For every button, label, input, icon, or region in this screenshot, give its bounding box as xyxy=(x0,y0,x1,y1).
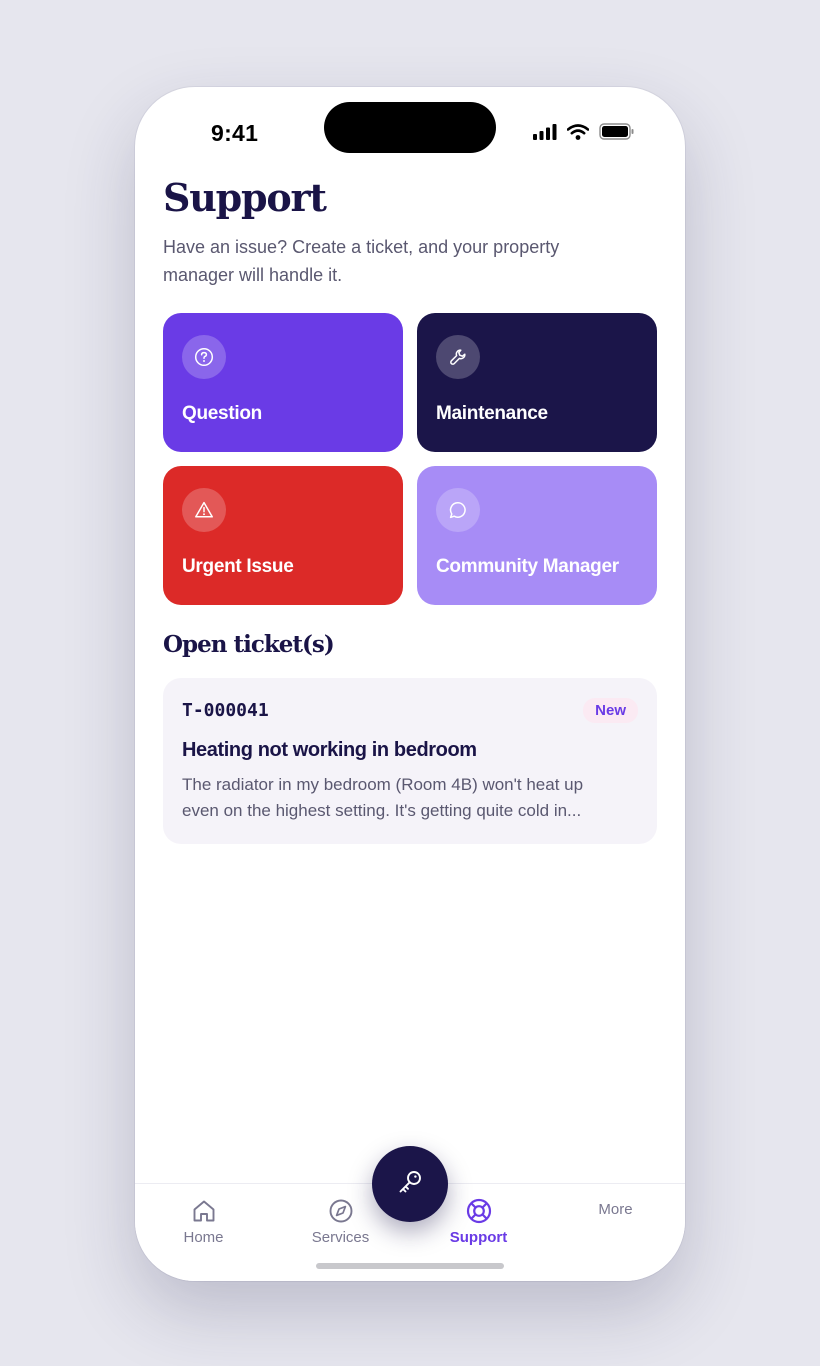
tab-more-label: More xyxy=(598,1201,633,1218)
open-tickets-heading: Open ticket(s) xyxy=(163,631,335,658)
ticket-title: Heating not working in bedroom xyxy=(182,739,477,761)
status-badge: New xyxy=(583,698,638,723)
community-manager-card[interactable]: Community Manager xyxy=(417,466,657,605)
chat-bubble-icon xyxy=(436,488,480,532)
home-icon xyxy=(190,1197,218,1225)
status-bar: 9:41 xyxy=(135,87,685,177)
warning-triangle-icon xyxy=(182,488,226,532)
tab-more[interactable]: More xyxy=(547,1184,684,1264)
ticket-card[interactable]: T-000041 New Heating not working in bedr… xyxy=(163,678,657,844)
wrench-icon xyxy=(436,335,480,379)
key-fab-button[interactable] xyxy=(372,1146,448,1222)
tab-services-label: Services xyxy=(311,1229,370,1246)
lifebuoy-icon xyxy=(465,1197,493,1225)
ticket-id: T-000041 xyxy=(182,700,269,721)
wifi-icon xyxy=(566,123,590,145)
tab-home[interactable]: Home xyxy=(135,1184,272,1264)
urgent-issue-card-label: Urgent Issue xyxy=(182,556,294,577)
tab-home-label: Home xyxy=(183,1229,224,1246)
page-subtitle: Have an issue? Create a ticket, and your… xyxy=(163,237,560,285)
phone-frame: 9:41 Support Have an issue? Create a tic… xyxy=(135,87,685,1281)
question-circle-icon xyxy=(182,335,226,379)
status-icons xyxy=(533,123,635,145)
cellular-signal-icon xyxy=(533,123,557,145)
compass-icon xyxy=(327,1197,355,1225)
question-card-label: Question xyxy=(182,403,262,424)
urgent-issue-card[interactable]: Urgent Issue xyxy=(163,466,403,605)
maintenance-card-label: Maintenance xyxy=(436,403,548,424)
dynamic-island xyxy=(324,102,496,153)
question-card[interactable]: Question xyxy=(163,313,403,452)
community-manager-card-label: Community Manager xyxy=(436,556,619,577)
page-title: Support xyxy=(163,175,327,220)
battery-icon xyxy=(599,123,635,145)
maintenance-card[interactable]: Maintenance xyxy=(417,313,657,452)
ticket-description: The radiator in my bedroom (Room 4B) won… xyxy=(182,775,584,820)
tab-support-label: Support xyxy=(449,1229,508,1246)
key-icon xyxy=(395,1167,425,1202)
status-time: 9:41 xyxy=(211,120,259,146)
home-indicator xyxy=(316,1263,504,1269)
